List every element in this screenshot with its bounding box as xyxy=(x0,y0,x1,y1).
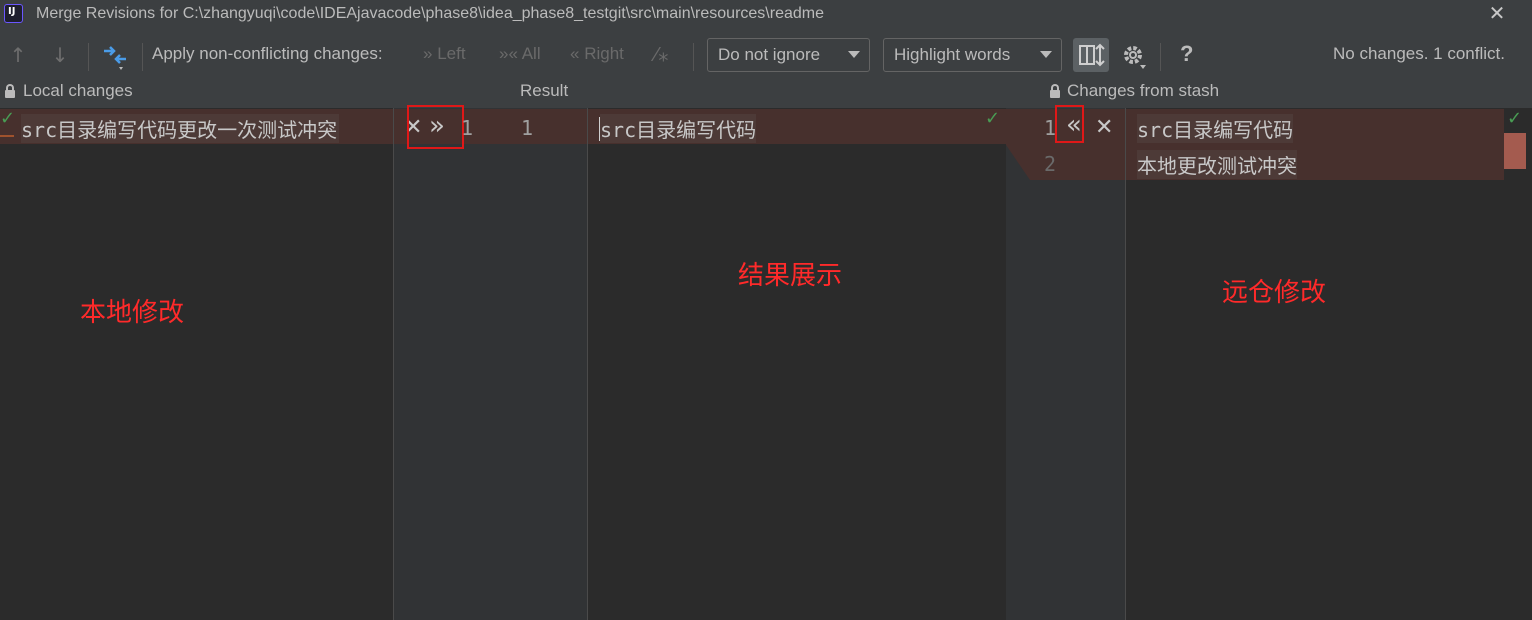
lock-icon xyxy=(5,84,15,98)
merge-status-text: No changes. 1 conflict. xyxy=(1333,44,1505,63)
apply-merge-arrows-icon[interactable] xyxy=(100,42,130,72)
accept-check-icon[interactable]: ✓ xyxy=(0,108,15,129)
synchronize-scrolling-toggle[interactable] xyxy=(1073,38,1109,72)
left-result-gutter xyxy=(394,108,587,620)
magic-resolve-wand-icon[interactable]: ⁄⁎ xyxy=(655,42,668,67)
result-check-icon: ✓ xyxy=(985,108,1001,129)
apply-left-button[interactable]: » Left xyxy=(423,44,466,64)
result-annotation: 结果展示 xyxy=(738,261,843,291)
local-code-line: src目录编写代码更改一次测试冲突 xyxy=(21,114,340,143)
left-line-number: 1 xyxy=(461,116,474,140)
stash-changes-editor[interactable] xyxy=(1126,108,1532,620)
window-title: Merge Revisions for C:\zhangyuqi\code\ID… xyxy=(36,5,824,22)
dropdown-arrow-icon xyxy=(1040,51,1052,58)
double-chevron-right-icon: » xyxy=(423,44,433,63)
local-changes-title: Local changes xyxy=(23,81,133,100)
result-editor[interactable] xyxy=(588,108,1006,620)
stash-code-line-1: src目录编写代码 xyxy=(1137,114,1294,143)
apply-all-label: All xyxy=(521,44,541,63)
result-title: Result xyxy=(520,81,569,100)
highlighting-mode-dropdown[interactable]: Highlight words xyxy=(883,38,1062,72)
remote-annotation: 远仓修改 xyxy=(1222,278,1327,308)
changes-from-stash-title: Changes from stash xyxy=(1067,81,1220,100)
sync-scroll-icon xyxy=(1079,43,1105,67)
ignore-change-close-icon[interactable]: ✕ xyxy=(1095,117,1113,139)
toolbar-separator xyxy=(88,43,89,71)
apply-right-button[interactable]: « Right xyxy=(570,44,624,64)
local-changes-editor[interactable] xyxy=(0,108,393,620)
accept-left-double-chevron-icon[interactable]: » xyxy=(429,113,445,139)
intellij-app-icon: IJ xyxy=(4,4,23,23)
scrollbar-conflict-marker[interactable] xyxy=(1504,133,1526,169)
result-right-gutter xyxy=(1006,108,1125,620)
double-chevron-left-icon: « xyxy=(570,44,580,63)
close-window-button[interactable]: ✕ xyxy=(1486,1,1508,25)
app-icon-text: IJ xyxy=(8,6,16,17)
result-line-number: 1 xyxy=(521,116,534,140)
lock-icon xyxy=(1050,84,1060,98)
next-change-arrow-down-icon[interactable]: ↓ xyxy=(48,32,72,78)
apply-right-label: Right xyxy=(584,44,624,63)
panel-header-bar xyxy=(0,78,1532,108)
previous-change-arrow-up-icon[interactable]: ↑ xyxy=(6,32,30,78)
apply-all-button[interactable]: »« All xyxy=(499,44,541,64)
local-annotation: 本地修改 xyxy=(80,298,185,328)
help-question-icon[interactable]: ? xyxy=(1180,41,1193,67)
stash-check-icon: ✓ xyxy=(1507,108,1523,129)
conflict-marker xyxy=(0,135,14,137)
highlight-select-value: Highlight words xyxy=(894,45,1011,64)
result-code-line: src目录编写代码 xyxy=(600,114,757,143)
ignore-select-value: Do not ignore xyxy=(718,45,821,64)
dropdown-arrow-icon xyxy=(848,51,860,58)
toolbar-separator xyxy=(1160,43,1161,71)
accept-right-double-chevron-icon[interactable]: « xyxy=(1066,112,1082,138)
apply-left-label: Left xyxy=(437,44,466,63)
stash-code-line-2: 本地更改测试冲突 xyxy=(1137,150,1297,179)
settings-gear-icon[interactable] xyxy=(1121,42,1147,70)
apply-non-conflicting-label: Apply non-conflicting changes: xyxy=(152,44,383,63)
right-line-number-2: 2 xyxy=(1044,152,1057,176)
toolbar-separator xyxy=(693,43,694,71)
double-chevron-both-icon: »« xyxy=(499,44,518,63)
toolbar-separator xyxy=(142,43,143,71)
whitespace-ignore-dropdown[interactable]: Do not ignore xyxy=(707,38,870,72)
